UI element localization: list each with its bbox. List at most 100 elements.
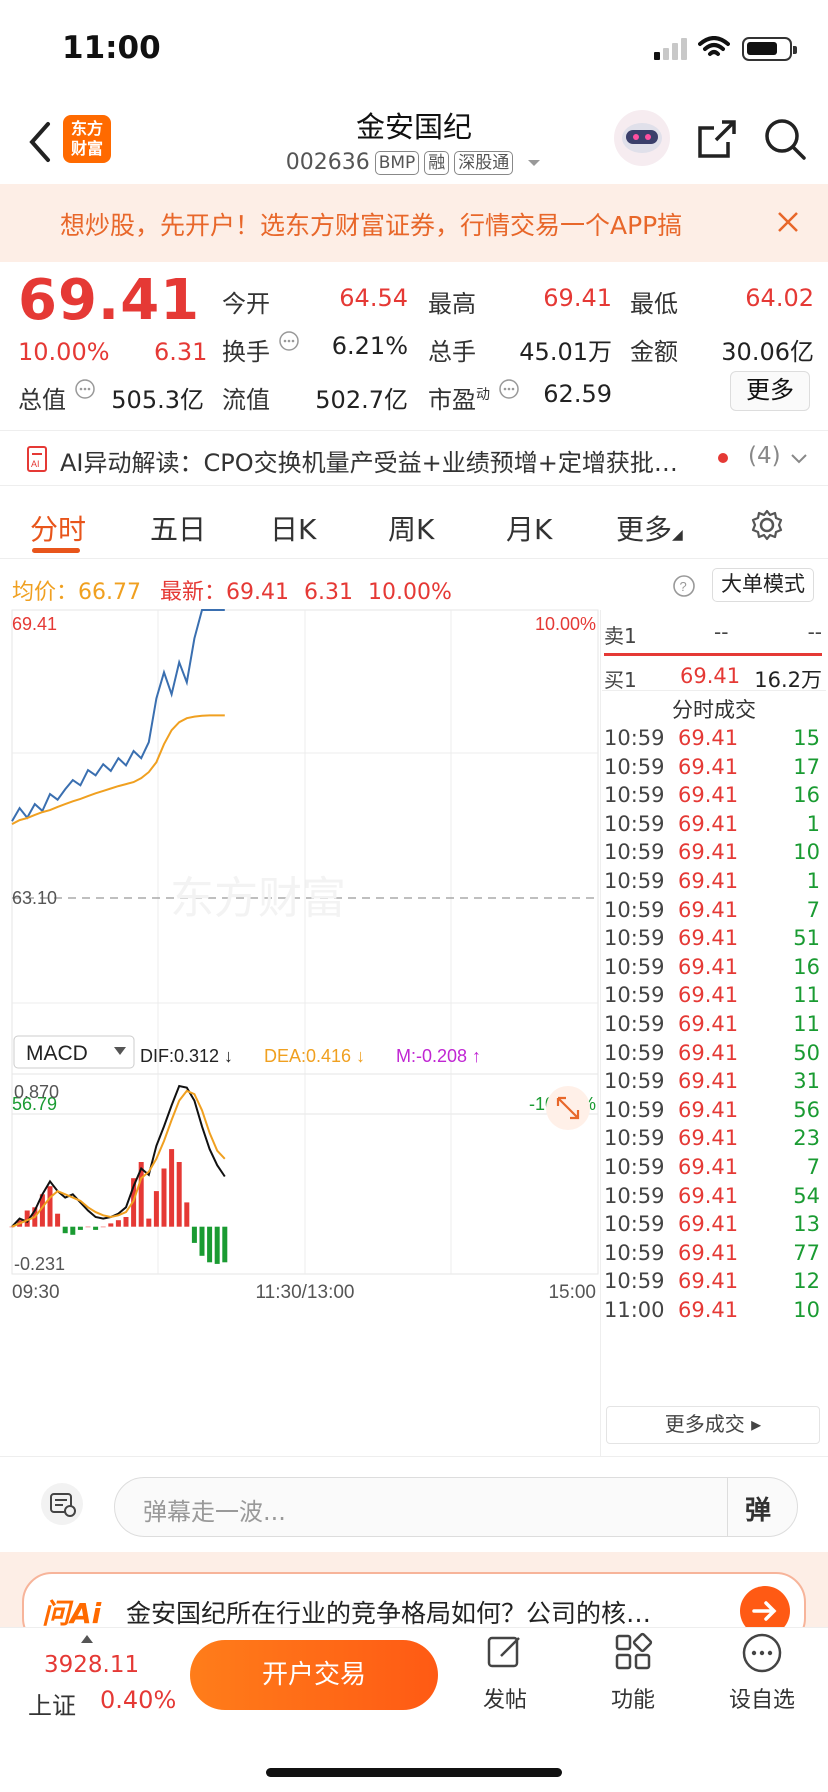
trade-row: 10:59 69.41 1 [604,812,822,842]
ask-row: 卖1 -- -- [604,620,822,648]
trade-time: 10:59 [604,954,665,979]
trade-price: 69.41 [678,1155,739,1179]
trade-time: 10:59 [604,869,665,893]
trade-row: 10:59 69.41 16 [604,783,822,813]
macd-bar [146,1218,152,1227]
more-dots-icon [742,1633,782,1673]
info-dots-icon[interactable] [74,378,96,400]
tab-monthly-k[interactable]: 月K [506,508,552,548]
open-label: 今开 [222,290,270,318]
macd-bar [199,1226,205,1256]
stock-header: 金安国纪 002636 BMP 融 深股通 [0,100,828,185]
volume-label: 总手 [428,338,476,366]
danmu-toggle-icon[interactable] [40,1482,84,1526]
trade-time: 10:59 [604,1126,665,1151]
trade-row: 10:59 69.41 54 [604,1184,822,1214]
add-watchlist-button[interactable]: 设自选 [722,1632,802,1714]
trade-row: 10:59 69.41 7 [604,1155,822,1185]
battery-icon [742,37,797,61]
macd-bar [214,1226,220,1264]
tab-daily-k[interactable]: 日K [270,508,316,548]
macd-bar [222,1226,228,1263]
danmu-input[interactable]: 弹幕走一波... 弹 [114,1477,798,1537]
latest-pct: 10.00% [367,580,452,605]
float-cap-value: 502.7亿 [315,386,408,414]
macd-top: 0.870 [14,1082,59,1102]
more-trades-button[interactable]: 更多成交 ▸ [606,1406,820,1444]
trade-price: 69.41 [678,783,739,808]
ask-ai-question: 金安国纪所在行业的竞争格局如何？公司的核… [126,1599,652,1628]
info-dots-icon[interactable] [278,330,300,352]
market-cap-value: 505.3亿 [111,386,204,414]
low-label: 最低 [630,290,678,318]
trade-row: 10:59 69.41 13 [604,1212,822,1242]
tag-margin: 融 [424,150,450,175]
macd-bar [153,1191,159,1227]
trade-volume: 10 [793,840,820,865]
trades-title: 分时成交 [672,698,756,722]
trade-row: 10:59 69.41 11 [604,1012,822,1042]
trade-time: 10:59 [604,1240,665,1265]
chevron-down-icon[interactable] [526,158,542,168]
trade-time: 10:59 [604,1097,665,1122]
post-button[interactable]: 发帖 [470,1632,540,1714]
trade-time: 10:59 [604,926,665,951]
turnover-value: 6.21% [331,332,408,360]
trade-volume: 50 [793,1040,820,1065]
change-amount: 6.31 [154,338,208,366]
latest-label: 最新： [160,580,227,605]
bid-row: 买1 69.41 16.2万 [604,664,822,692]
trade-volume: 56 [793,1097,820,1122]
trade-time: 11:00 [604,1298,665,1322]
volume-value: 45.01万 [519,338,612,366]
share-icon[interactable] [696,118,738,160]
active-tab-indicator [32,548,80,553]
macd-bar [207,1226,213,1263]
stock-code: 002636 [285,150,370,175]
grid-icon [615,1632,653,1670]
tab-more[interactable]: 更多◢ [616,508,683,548]
promo-banner[interactable]: 想炒股，先开户！选东方财富证券，行情交易一个APP搞 [0,184,828,262]
danmu-send-button[interactable]: 弹 [745,1490,771,1527]
macd-bar [62,1226,68,1234]
more-quote-button[interactable]: 更多 [730,371,810,411]
ai-doc-icon: AI [27,446,47,472]
big-order-mode-button[interactable]: 大单模式 [712,568,814,602]
current-price: 69.41 [18,268,201,333]
tag-connect: 深股通 [454,150,514,175]
robot-assistant-icon[interactable] [612,108,672,168]
index-name[interactable]: 上证 [28,1686,76,1721]
intraday-chart[interactable]: 东方财富 69.41 10.00% 63.10 56.79 -10.00% MA… [0,608,600,1458]
trade-price: 69.41 [678,1097,739,1122]
avg-price-value: 66.77 [78,580,141,605]
help-icon[interactable]: ? [672,574,696,598]
ai-insight-bar[interactable]: AI AI异动解读：CPO交换机量产受益+业绩预增+定增获批… (4) [0,430,828,486]
tab-five-day[interactable]: 五日 [150,508,206,548]
ai-insight-text: AI异动解读：CPO交换机量产受益+业绩预增+定增获批… [60,449,678,477]
trade-row: 11:00 69.41 10 [604,1298,822,1328]
status-bar: 11:00 [0,0,828,100]
change-pct: 10.00% [18,338,110,366]
trade-row: 10:59 69.41 23 [604,1126,822,1156]
search-icon[interactable] [762,116,808,162]
avg-price-label: 均价： [12,580,79,605]
trade-volume: 1 [806,869,820,893]
macd-bottom: -0.231 [14,1254,65,1274]
ask-ai-logo: 问Ai [42,1597,102,1630]
chevron-down-icon[interactable] [790,453,808,465]
tab-intraday[interactable]: 分时 [30,508,86,548]
function-button[interactable]: 功能 [598,1632,668,1714]
macd-legend: DIF:0.312 ↓ DEA:0.416 ↓ M:-0.208 ↑ [140,1046,481,1066]
trade-volume: 15 [793,726,820,750]
close-icon[interactable] [776,210,800,234]
high-value: 69.41 [543,284,612,312]
open-account-button[interactable]: 开户交易 [190,1640,438,1710]
settings-gear-icon[interactable] [750,508,784,542]
trade-price: 69.41 [678,811,739,836]
open-value: 64.54 [339,284,408,312]
trade-row: 10:59 69.41 11 [604,983,822,1013]
trade-volume: 7 [806,1155,820,1179]
turnover-label: 换手 [222,338,270,366]
svg-text:M:-0.208 ↑: M:-0.208 ↑ [396,1046,481,1066]
tab-weekly-k[interactable]: 周K [388,508,434,548]
